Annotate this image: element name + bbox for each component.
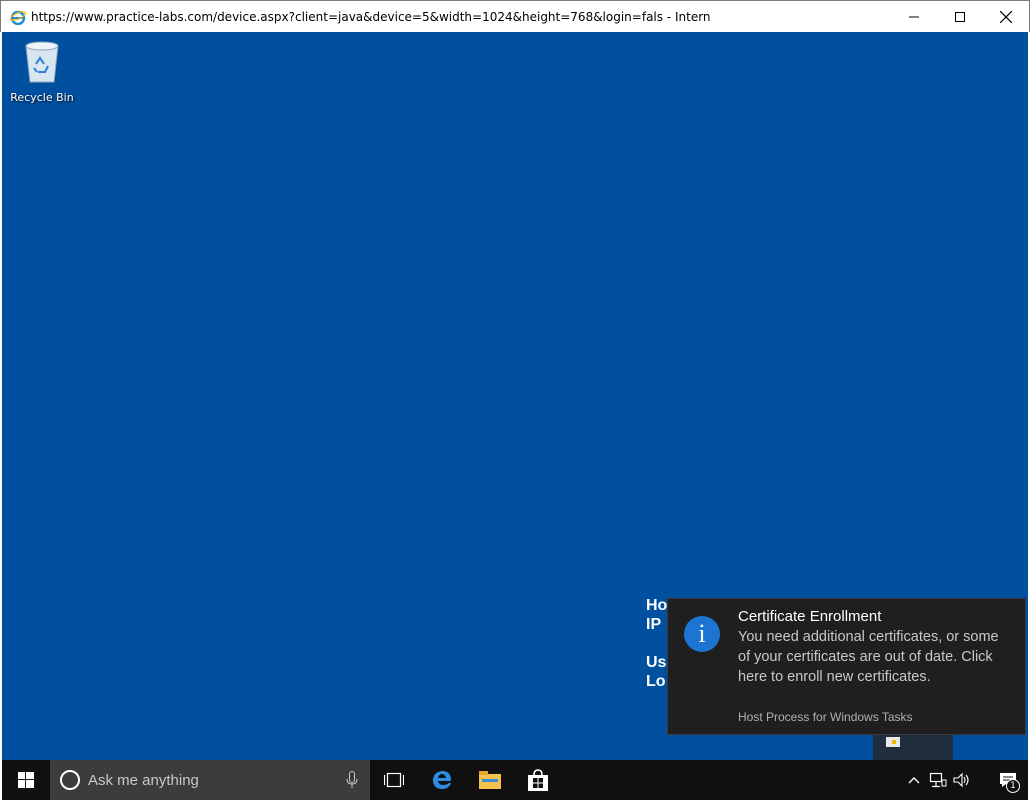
task-view-icon [384,772,404,788]
start-button[interactable] [2,760,50,800]
edge-icon [433,771,451,789]
toast-body: You need additional certificates, or som… [738,629,999,685]
file-explorer-button[interactable] [466,760,514,800]
window-border [0,800,1030,804]
show-hidden-icons-button[interactable] [902,760,926,800]
windows-logo-icon [18,772,34,788]
tray-app-icon[interactable] [886,737,900,749]
cortana-icon [60,770,80,790]
toast-title: Certificate Enrollment [738,608,882,625]
info-glyph: i [698,619,706,648]
desktop-icon-recycle-bin[interactable]: Recycle Bin [8,40,76,104]
edge-button[interactable] [418,760,466,800]
minimize-button[interactable] [891,1,937,32]
desktop-icon-label: Recycle Bin [10,91,74,104]
store-icon [528,769,548,791]
maximize-button[interactable] [937,1,983,32]
file-explorer-icon [479,771,501,789]
bginfo-line: Ho [646,597,668,614]
action-center-button[interactable]: 1 [988,760,1028,800]
network-icon [929,772,947,788]
maximize-icon [955,11,965,22]
microphone-icon[interactable] [346,771,358,789]
minimize-icon [909,16,919,17]
volume-button[interactable] [950,760,974,800]
toast-notification[interactable]: i Certificate Enrollment You need additi… [667,598,1026,735]
taskbar: Ask me anything 1 [2,760,1028,800]
info-icon: i [684,616,720,652]
close-icon [1000,10,1012,23]
bginfo-line: Lo [646,673,666,690]
recycle-bin-icon [25,41,59,83]
bginfo-text: Ho IP Us Lo [646,596,667,691]
bginfo-line: IP [646,616,662,633]
window-title-bar[interactable]: https://www.practice-labs.com/device.asp… [0,0,1030,32]
store-button[interactable] [514,760,562,800]
internet-explorer-icon [10,9,26,25]
task-view-button[interactable] [370,760,418,800]
notification-count-badge: 1 [1006,779,1020,793]
bginfo-line [646,634,667,653]
tray-overflow-flyout[interactable] [873,734,953,760]
cortana-search-box[interactable]: Ask me anything [50,760,370,800]
close-button[interactable] [983,1,1029,32]
bginfo-line: Us [646,654,667,671]
window-title: https://www.practice-labs.com/device.asp… [31,9,711,24]
search-placeholder: Ask me anything [88,771,199,789]
network-button[interactable] [926,760,950,800]
toast-source: Host Process for Windows Tasks [738,710,913,724]
chevron-up-icon [908,777,920,784]
volume-icon [953,772,969,788]
